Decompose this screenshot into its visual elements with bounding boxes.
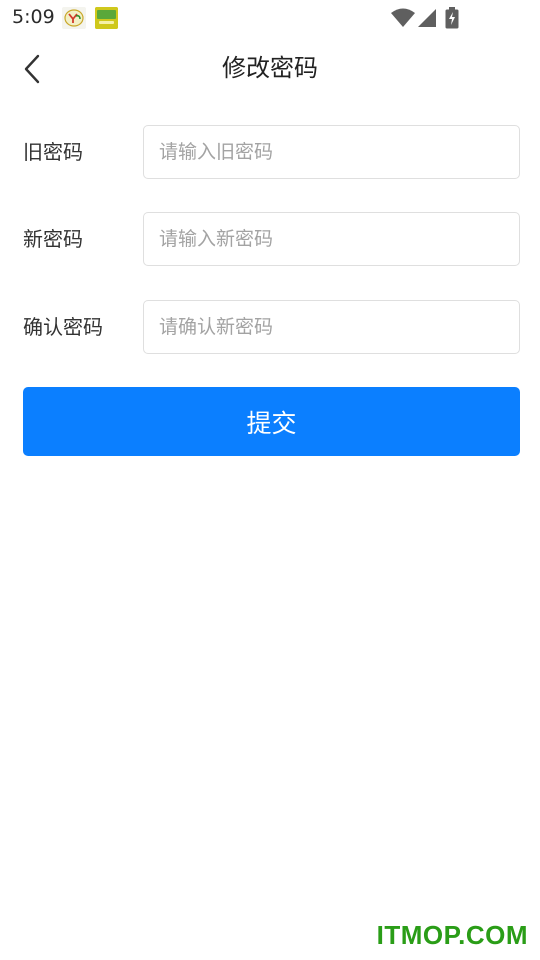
status-time: 5:09 [12,6,55,28]
app-notification-icon-2 [95,7,118,29]
confirm-password-row: 确认密码 [0,300,540,356]
confirm-password-input[interactable] [143,300,520,354]
old-password-input[interactable] [143,125,520,179]
watermark-logo: ITMOP.COM [376,920,528,950]
app-notification-icon [62,7,86,29]
new-password-row: 新密码 [0,212,540,268]
new-password-label: 新密码 [23,227,83,251]
submit-button[interactable]: 提交 [23,387,520,456]
page-title: 修改密码 [222,54,318,82]
confirm-password-label: 确认密码 [23,315,103,339]
old-password-label: 旧密码 [23,140,83,164]
old-password-row: 旧密码 [0,125,540,181]
status-bar: 5:09 [0,0,540,36]
signal-icon [416,7,438,33]
new-password-input[interactable] [143,212,520,266]
wifi-icon [390,7,416,33]
battery-charging-icon [445,7,459,33]
